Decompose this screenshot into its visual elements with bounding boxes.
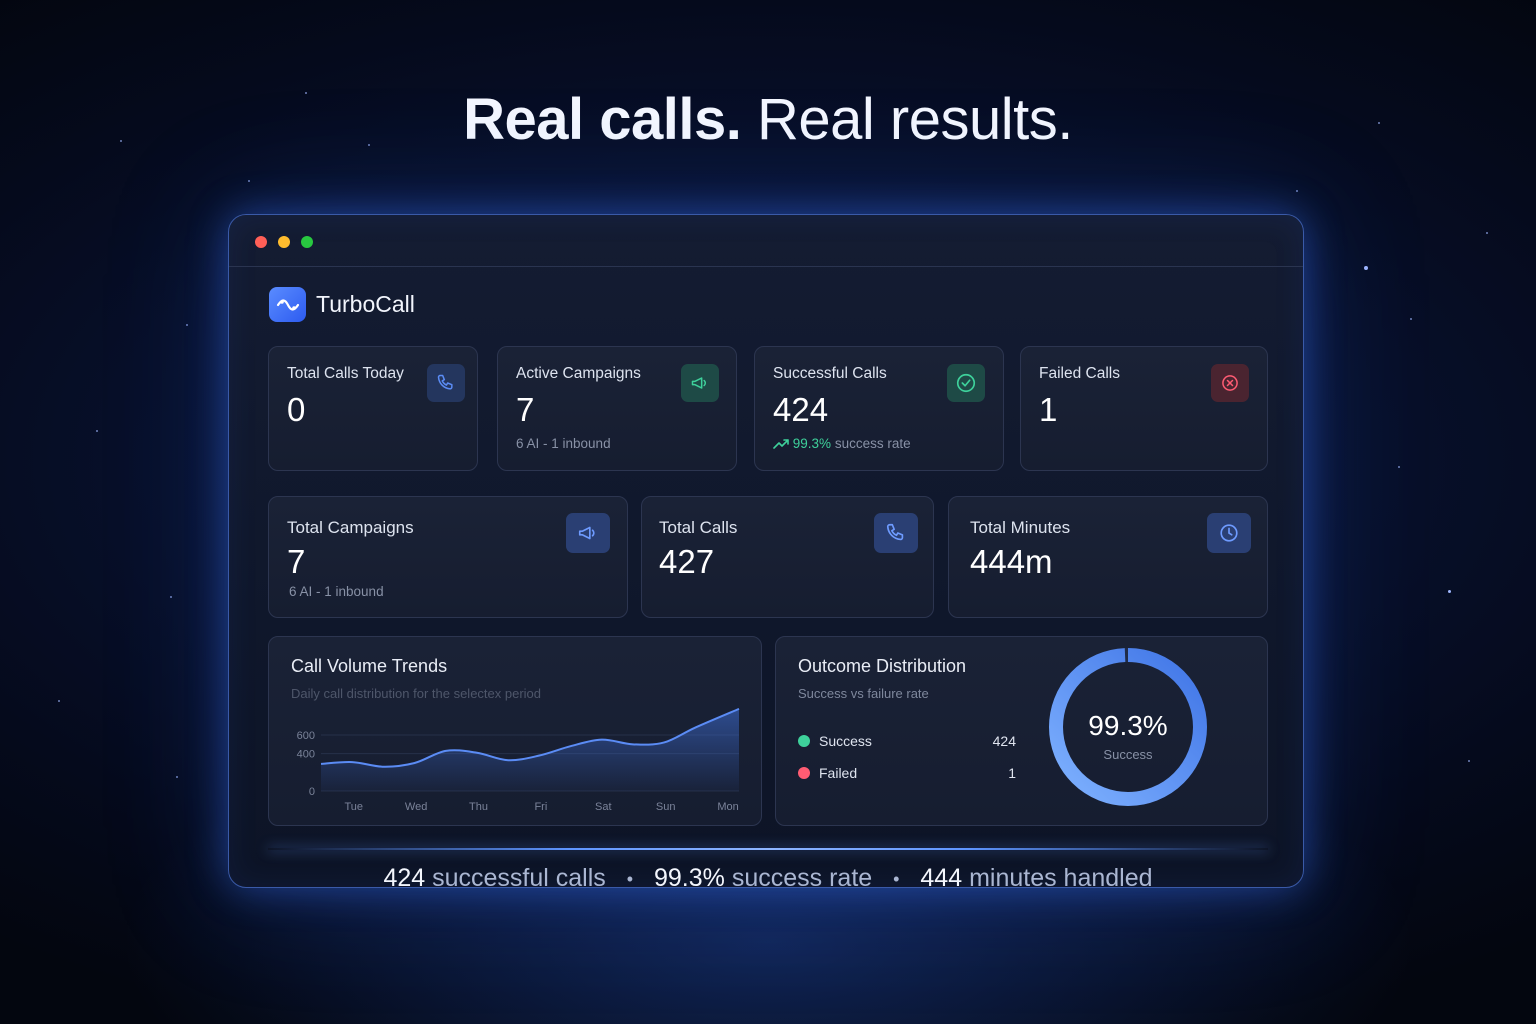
phone-icon <box>427 364 465 402</box>
stat-minutes-text: minutes handled <box>969 864 1153 892</box>
donut-caption: Success <box>1103 747 1153 762</box>
card-label: Failed Calls <box>1039 365 1120 382</box>
card-value: 1 <box>1039 391 1058 428</box>
legend-success: Success <box>798 733 872 749</box>
stat-rate-text: success rate <box>731 864 873 892</box>
legend-dot-failed <box>798 767 810 779</box>
success-rate-text: 99.3% success rate <box>773 436 911 451</box>
check-circle-icon <box>947 364 985 402</box>
card-label: Active Campaigns <box>516 365 641 382</box>
brand: TurboCall <box>269 287 415 322</box>
separator-dot: • <box>893 868 900 889</box>
waveform-icon <box>269 287 306 322</box>
glow-divider <box>268 848 1268 850</box>
clock-icon <box>1207 513 1251 553</box>
card-active-campaigns: Active Campaigns 7 6 AI - 1 inbound <box>497 346 737 471</box>
x-tick-label: Thu <box>469 801 488 813</box>
trend-up-icon <box>773 439 789 450</box>
card-value: 7 <box>287 543 306 580</box>
page-headline: Real calls. Real results. <box>0 86 1536 153</box>
legend-label: Failed <box>819 765 858 781</box>
stat-successful-text: successful calls <box>432 864 606 892</box>
card-successful-calls: Successful Calls 424 99.3% success rate <box>754 346 1004 471</box>
card-total-calls-today: Total Calls Today 0 <box>268 346 478 471</box>
legend-failed: Failed <box>798 765 857 781</box>
y-tick-label: 600 <box>297 730 315 742</box>
card-value: 444m <box>970 543 1053 580</box>
x-circle-icon <box>1211 364 1249 402</box>
card-value: 7 <box>516 391 535 428</box>
card-total-calls: Total Calls 427 <box>641 496 934 618</box>
card-label: Total Calls <box>659 518 738 537</box>
stat-rate-num: 99.3% <box>654 864 725 892</box>
y-tick-label: 400 <box>297 749 315 761</box>
legend-value: 1 <box>1008 765 1016 781</box>
app-window: TurboCall Total Calls Today 0 Active Cam… <box>228 214 1304 888</box>
x-tick-label: Wed <box>405 801 427 813</box>
card-value: 0 <box>287 391 306 428</box>
call-volume-panel: Call Volume Trends Daily call distributi… <box>268 636 762 826</box>
x-tick-label: Mon <box>717 801 738 813</box>
outcome-donut: 99.3% Success <box>1049 648 1207 806</box>
card-label: Successful Calls <box>773 365 887 382</box>
minimize-window-button[interactable] <box>278 236 290 248</box>
headline-bold: Real calls. <box>463 87 742 152</box>
success-rate-label: success rate <box>834 436 911 451</box>
call-volume-chart: 0 400 600 Tue Wed Thu Fri Sat Sun Mon <box>297 707 740 813</box>
maximize-window-button[interactable] <box>301 236 313 248</box>
card-value: 424 <box>773 391 829 428</box>
card-total-minutes: Total Minutes 444m <box>948 496 1268 618</box>
window-titlebar <box>229 215 1303 267</box>
headline-regular: Real results. <box>757 87 1073 152</box>
card-subtext: 6 AI - 1 inbound <box>289 584 384 599</box>
x-tick-label: Fri <box>534 801 547 813</box>
legend-value: 424 <box>992 733 1016 749</box>
legend-dot-success <box>798 735 810 747</box>
card-label: Total Campaigns <box>287 518 414 537</box>
stat-minutes-num: 444 <box>920 864 963 892</box>
bottom-stats: 424 successful calls • 99.3% success rat… <box>0 864 1536 893</box>
x-tick-label: Sun <box>656 801 676 813</box>
outcome-panel: Outcome Distribution Success vs failure … <box>775 636 1268 826</box>
card-total-campaigns: Total Campaigns 7 6 AI - 1 inbound <box>268 496 628 618</box>
panel-title: Outcome Distribution <box>798 656 967 676</box>
card-subtext: 6 AI - 1 inbound <box>516 436 611 451</box>
x-tick-label: Tue <box>344 801 363 813</box>
megaphone-icon <box>681 364 719 402</box>
card-label: Total Calls Today <box>287 365 404 382</box>
phone-icon <box>874 513 918 553</box>
close-window-button[interactable] <box>255 236 267 248</box>
card-label: Total Minutes <box>970 518 1071 537</box>
donut-percent: 99.3% <box>1088 710 1167 741</box>
stat-successful-num: 424 <box>383 864 426 892</box>
card-value: 427 <box>659 543 715 580</box>
brand-name: TurboCall <box>316 291 415 317</box>
card-failed-calls: Failed Calls 1 <box>1020 346 1268 471</box>
separator-dot: • <box>626 868 634 889</box>
legend-label: Success <box>819 733 872 749</box>
area-fill <box>321 708 739 791</box>
megaphone-icon <box>566 513 610 553</box>
x-tick-label: Sat <box>595 801 612 813</box>
panel-subtitle: Success vs failure rate <box>798 686 929 701</box>
y-tick-label: 0 <box>309 786 315 798</box>
success-rate-value: 99.3% <box>792 436 832 451</box>
